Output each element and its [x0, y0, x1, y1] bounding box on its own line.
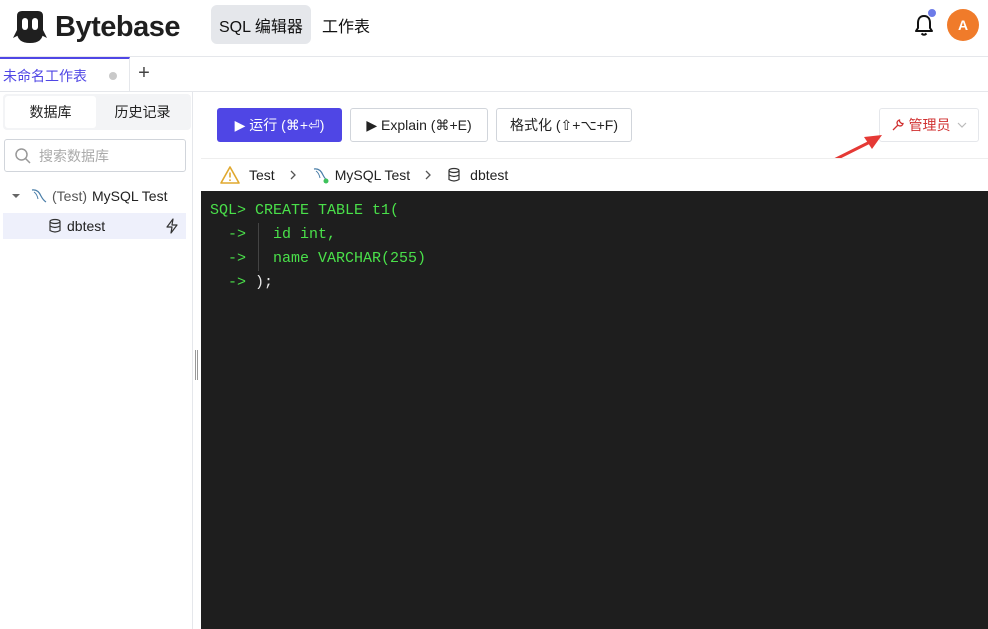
database-icon [49, 218, 61, 233]
database-name: dbtest [67, 218, 106, 234]
nav-sql-editor[interactable]: SQL 编辑器 [211, 5, 311, 44]
breadcrumb-instance-label: MySQL Test [334, 167, 411, 183]
sql-prompt: SQL> [210, 202, 247, 219]
chevron-right-icon [290, 170, 296, 180]
search-box [4, 139, 186, 172]
sheet-tab-label: 未命名工作表 [3, 67, 87, 84]
code-line-2: id int, [273, 226, 337, 243]
tree-database-dbtest[interactable]: dbtest [3, 213, 186, 239]
avatar[interactable]: A [947, 9, 979, 41]
mysql-icon [31, 189, 47, 203]
breadcrumb-database-label: dbtest [470, 167, 509, 183]
instance-env: (Test) [52, 188, 87, 204]
chevron-right-icon [425, 170, 432, 180]
tab-history[interactable]: 历史记录 [97, 96, 188, 128]
format-button[interactable]: 格式化 (⇧+⌥+F) [496, 108, 632, 142]
nav-worksheet[interactable]: 工作表 [314, 5, 378, 44]
breadcrumb-environment-label: Test [249, 167, 275, 183]
add-tab-button[interactable]: + [136, 62, 152, 84]
editor-line[interactable]: SQL> CREATE TABLE t1( [201, 199, 988, 223]
breadcrumb-instance: MySQL Test [311, 165, 410, 185]
editor-line[interactable]: -> name VARCHAR(255) [201, 247, 988, 271]
code-line-4: ); [255, 274, 274, 291]
lightning-icon[interactable] [165, 218, 179, 234]
explain-button[interactable]: ▶ Explain (⌘+E) [350, 108, 488, 142]
run-button[interactable]: ▶ 运行 (⌘+⏎) [217, 108, 342, 142]
unsaved-dot-icon[interactable] [109, 72, 117, 80]
notification-dot [927, 8, 937, 18]
sidebar-tabs: 数据库 历史记录 [3, 94, 191, 130]
breadcrumb-database: dbtest [446, 167, 508, 183]
search-input[interactable] [39, 147, 179, 164]
sidebar: 数据库 历史记录 (Test) MySQL Test dbtest [0, 92, 193, 629]
code-line-1: CREATE TABLE t1( [255, 202, 400, 219]
sheet-tab-bar: 未命名工作表 + [0, 57, 988, 92]
continuation-prompt: -> [228, 274, 247, 291]
admin-label: 管理员 [908, 117, 951, 133]
breadcrumb-environment: Test [219, 165, 275, 185]
sql-editor[interactable]: SQL> CREATE TABLE t1( -> id int, -> name… [201, 191, 988, 629]
tab-databases[interactable]: 数据库 [5, 96, 96, 128]
instance-name: MySQL Test [92, 188, 168, 204]
pane-resize-handle[interactable] [195, 350, 198, 380]
caret-down-icon[interactable] [7, 186, 27, 206]
code-line-3: name VARCHAR(255) [273, 250, 427, 267]
warning-icon [220, 166, 240, 184]
bytebase-logo-icon [13, 11, 47, 43]
top-header: Bytebase SQL 编辑器 工作表 A [0, 0, 988, 57]
continuation-prompt: -> [228, 226, 247, 243]
editor-line[interactable]: -> ); [201, 271, 988, 295]
continuation-prompt: -> [228, 250, 247, 267]
chevron-down-icon [957, 122, 966, 128]
search-icon [15, 147, 31, 164]
editor-line[interactable]: -> id int, [201, 223, 988, 247]
sheet-tab[interactable]: 未命名工作表 [0, 57, 130, 92]
logo-text: Bytebase [55, 10, 180, 43]
bytebase-logo[interactable]: Bytebase [11, 8, 180, 46]
database-icon [448, 167, 460, 182]
connection-breadcrumb: Test MySQL Test dbtest [201, 158, 988, 191]
tree-instance-mysql-test[interactable]: (Test) MySQL Test [3, 183, 186, 209]
mysql-icon [313, 168, 329, 184]
